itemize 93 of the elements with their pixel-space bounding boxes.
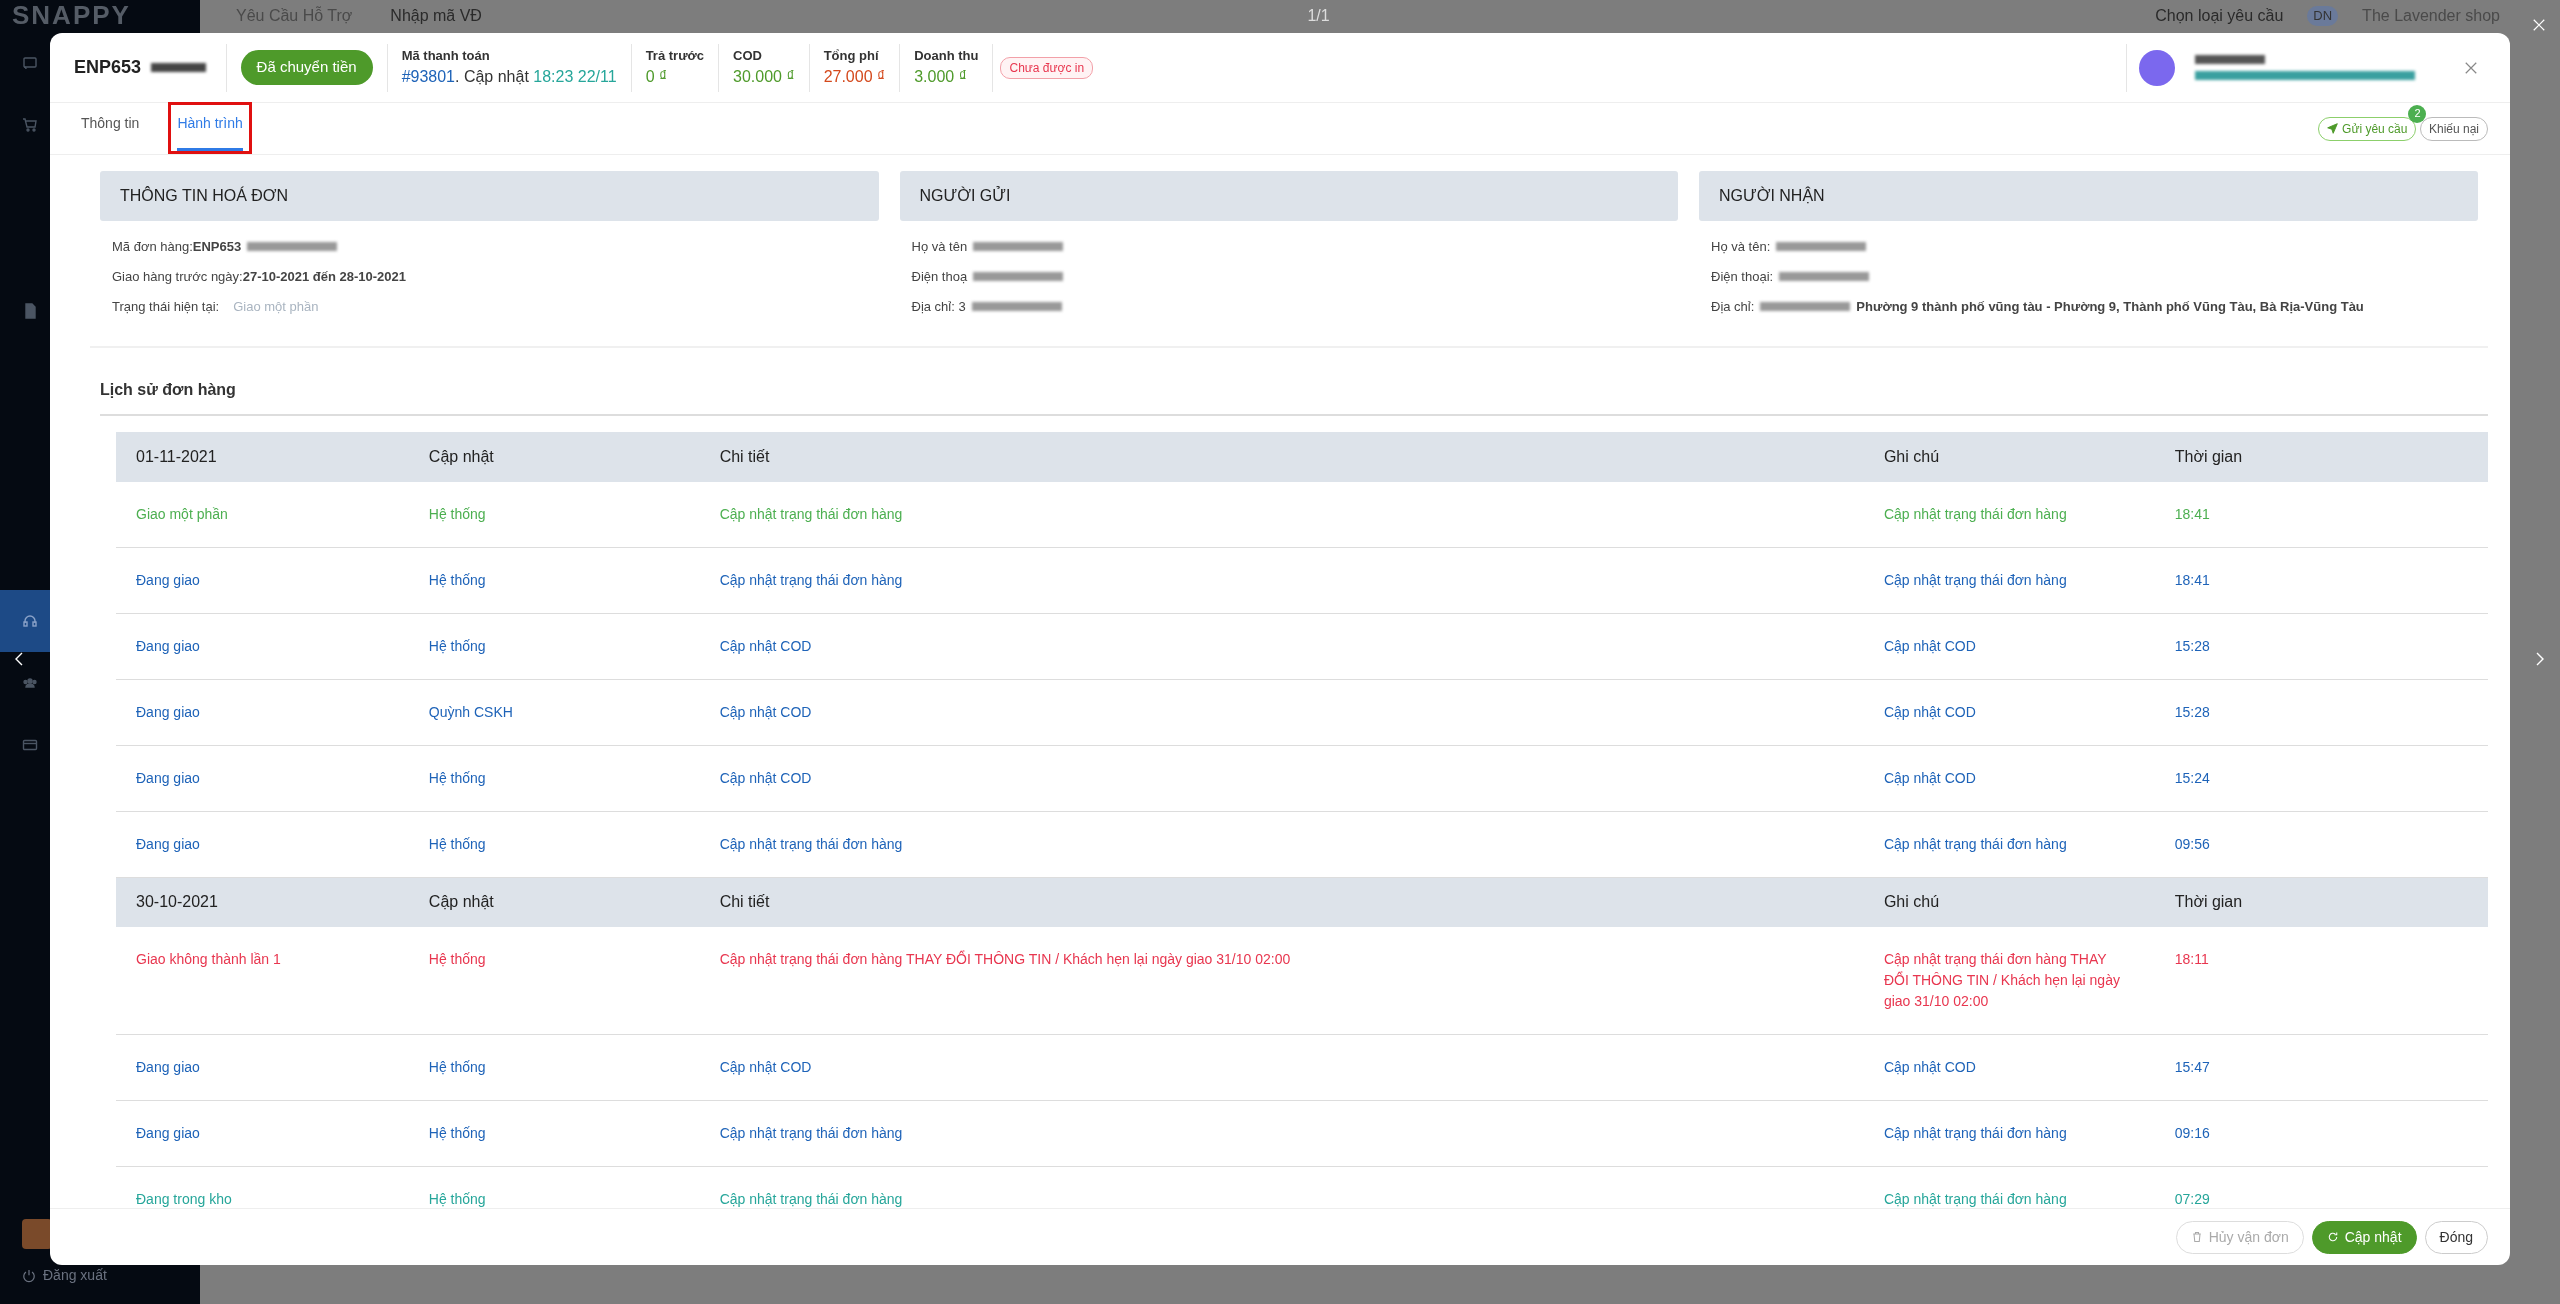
table-cell: 18:41: [2154, 547, 2488, 613]
count-badge: 2: [2408, 104, 2427, 123]
column-header: Chi tiết: [699, 877, 1864, 927]
field-label: Mã thanh toán: [401, 46, 491, 65]
table-cell: Hệ thống: [408, 745, 700, 811]
section-header: THÔNG TIN HOÁ ĐƠN: [100, 171, 879, 221]
table-cell: Hệ thống: [408, 481, 700, 547]
table-cell: Hệ thống: [408, 1100, 700, 1167]
table-cell: Cập nhật COD: [1863, 1034, 2155, 1101]
column-header: Ghi chú: [1863, 431, 2155, 482]
field-label: Giao hàng trước ngày:: [112, 267, 243, 286]
stat-value: 30.000 ₫: [733, 67, 795, 88]
table-cell: Hệ thống: [408, 927, 700, 1035]
column-header: Cập nhật: [408, 431, 700, 482]
field-label: Trạng thái hiện tại:: [112, 297, 220, 316]
table-cell: Hệ thống: [408, 1034, 700, 1101]
column-header: Thời gian: [2154, 877, 2488, 927]
table-cell: 09:56: [2154, 811, 2488, 877]
table-cell: Cập nhật COD: [699, 679, 1864, 745]
table-cell: Quỳnh CSKH: [408, 679, 700, 745]
table-cell: Cập nhật trạng thái đơn hàng: [699, 1100, 1864, 1167]
table-cell: Hệ thống: [408, 811, 700, 877]
table-cell: Cập nhật trạng thái đơn hàng: [1863, 811, 2155, 877]
field-value: Phường 9 thành phố vũng tàu - Phường 9, Thành phố Vũng Tàu, Bà Rịa-Vũng Tàu: [1856, 297, 2364, 316]
table-cell: Đang giao: [116, 745, 409, 811]
column-header: Chi tiết: [699, 431, 1864, 482]
table-cell: Cập nhật trạng thái đơn hàng: [1863, 1166, 2155, 1208]
field-value: ENP653: [192, 237, 242, 256]
column-header: Cập nhật: [408, 877, 700, 927]
table-cell: Cập nhật COD: [699, 745, 1864, 811]
table-cell: Cập nhật trạng thái đơn hàng: [1863, 1100, 2155, 1167]
section-header: NGƯỜI NHẬN: [1699, 171, 2478, 221]
table-cell: Cập nhật COD: [699, 613, 1864, 679]
field-label: Điện thoạ: [911, 267, 968, 286]
table-cell: Cập nhật COD: [699, 1034, 1864, 1101]
stat-value: 3.000 ₫: [914, 67, 968, 88]
field-label: Họ và tên:: [1711, 237, 1771, 256]
table-cell: Cập nhật trạng thái đơn hàng: [699, 811, 1864, 877]
table-cell: Hệ thống: [408, 613, 700, 679]
update-time: 18:23 22/11: [532, 67, 617, 88]
table-cell: Hệ thống: [408, 547, 700, 613]
table-cell: Cập nhật COD: [1863, 679, 2155, 745]
field-label: Họ và tên: [911, 237, 968, 256]
table-cell: 09:16: [2154, 1100, 2488, 1167]
field-value: 27-10-2021 đến 28-10-2021: [242, 267, 407, 286]
table-cell: Giao một phần: [116, 481, 409, 547]
stat-label: Tổng phí: [823, 46, 880, 65]
table-cell: Giao không thành lần 1: [116, 927, 409, 1035]
table-cell: Đang giao: [116, 679, 409, 745]
table-cell: 15:24: [2154, 745, 2488, 811]
print-status-tag: Chưa được in: [1000, 56, 1094, 79]
table-cell: Hệ thống: [408, 1166, 700, 1208]
field-label: Địa chỉ:: [1711, 297, 1755, 316]
pager: 1/1: [1307, 6, 1330, 26]
field-label: Điện thoại:: [1711, 267, 1774, 286]
table-cell: Đang giao: [116, 811, 409, 877]
table-cell: Đang giao: [116, 547, 409, 613]
stat-label: Doanh thu: [914, 46, 979, 65]
table-cell: Cập nhật trạng thái đơn hàng THAY ĐỔI THÔNG TIN / Khách hẹn lại ngày giao 31/10 02:00: [1863, 927, 2155, 1035]
field-value: Giao một phần: [233, 297, 319, 316]
table-cell: 18:11: [2154, 927, 2488, 1035]
date-header: 30-10-2021: [116, 877, 409, 927]
table-cell: Cập nhật trạng thái đơn hàng: [1863, 481, 2155, 547]
stat-label: Trả trước: [645, 46, 705, 65]
table-cell: Đang giao: [116, 1034, 409, 1101]
table-cell: 15:28: [2154, 679, 2488, 745]
table-cell: 15:47: [2154, 1034, 2488, 1101]
table-cell: Cập nhật trạng thái đơn hàng: [1863, 547, 2155, 613]
table-cell: Cập nhật trạng thái đơn hàng: [699, 1166, 1864, 1208]
stat-label: COD: [733, 46, 763, 65]
table-cell: Đang trong kho: [116, 1166, 409, 1208]
shop-initials: DN: [2307, 6, 2339, 26]
table-cell: 18:41: [2154, 481, 2488, 547]
section-header: NGƯỜI GỬI: [899, 171, 1678, 221]
stat-value: 27.000 ₫: [823, 67, 886, 88]
table-cell: Đang giao: [116, 613, 409, 679]
order-id: ENP653: [74, 56, 142, 79]
column-header: Ghi chú: [1863, 877, 2155, 927]
update-label: . Cập nhật: [455, 67, 529, 88]
table-cell: Cập nhật trạng thái đơn hàng THAY ĐỔI THÔNG TIN / Khách hẹn lại ngày giao 31/10 02:00: [699, 927, 1864, 1035]
table-cell: Cập nhật trạng thái đơn hàng: [699, 547, 1864, 613]
column-header: Thời gian: [2154, 431, 2488, 482]
section-title: Lịch sử đơn hàng: [100, 347, 2488, 416]
field-label: Mã đơn hàng:: [112, 237, 193, 256]
table-cell: Cập nhật COD: [1863, 613, 2155, 679]
table-cell: Đang giao: [116, 1100, 409, 1167]
stat-value: 0 ₫: [645, 67, 669, 88]
table-cell: Cập nhật COD: [1863, 745, 2155, 811]
table-cell: 15:28: [2154, 613, 2488, 679]
date-header: 01-11-2021: [116, 431, 409, 482]
table-cell: Cập nhật trạng thái đơn hàng: [699, 481, 1864, 547]
field-label: Địa chỉ: 3: [911, 297, 966, 316]
logo: SNAPPY: [11, 0, 132, 32]
